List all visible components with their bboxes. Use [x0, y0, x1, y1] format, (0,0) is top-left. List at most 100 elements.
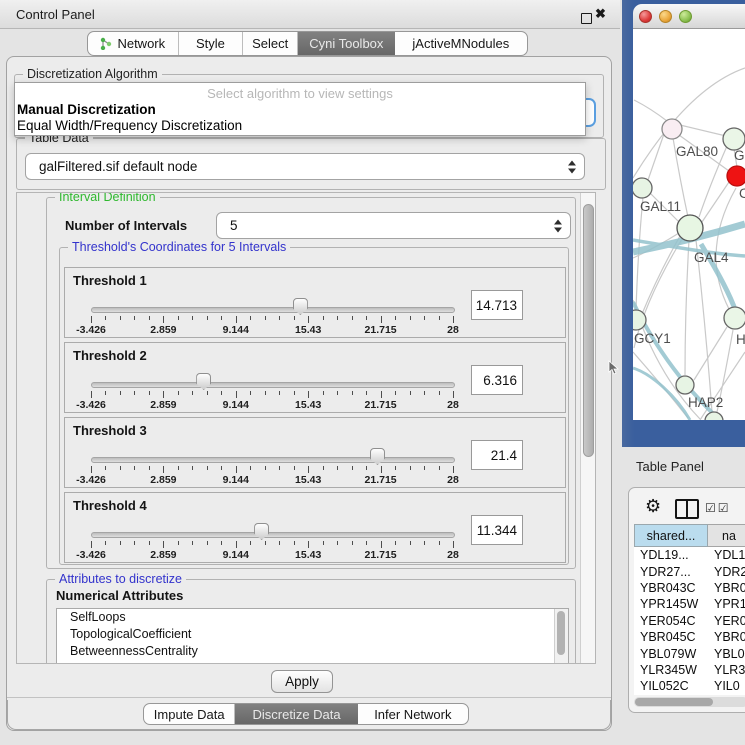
zoom-traffic-light[interactable] — [679, 10, 692, 23]
horizontal-scrollbar[interactable] — [634, 697, 745, 707]
group-title: Interval Definition — [55, 192, 160, 205]
threshold-value-field[interactable] — [471, 365, 523, 395]
table-cell: YLR345W — [634, 663, 708, 677]
tab-infer-network[interactable]: Infer Network — [358, 704, 468, 724]
threshold-value-field[interactable] — [471, 290, 523, 320]
stepper-icon — [568, 160, 577, 173]
tab-select[interactable]: Select — [243, 32, 298, 55]
node-label: GAL4 — [694, 250, 729, 265]
scrollbar-thumb[interactable] — [557, 611, 565, 655]
table-row[interactable]: YDR27...YDR2 — [634, 563, 745, 579]
table-cell: YBL0 — [708, 647, 745, 661]
group-title: Attributes to discretize — [55, 572, 186, 587]
table-row[interactable]: YDL19...YDL1 — [634, 547, 745, 563]
scrollbar-thumb[interactable] — [583, 204, 594, 457]
network-node-selected[interactable] — [727, 166, 745, 186]
table-row[interactable]: YBR043CYBR0 — [634, 580, 745, 596]
table-cell: YBR045C — [634, 630, 708, 644]
network-window-titlebar — [633, 4, 745, 29]
table-data-combobox[interactable]: galFiltered.sif default node — [25, 153, 585, 180]
tab-discretize-data[interactable]: Discretize Data — [235, 704, 357, 724]
option-manual-discretization[interactable]: Manual Discretization — [17, 102, 156, 117]
network-node[interactable] — [724, 307, 745, 329]
threshold-value-field[interactable] — [471, 515, 523, 545]
list-scrollbar[interactable] — [554, 609, 568, 664]
slider-ticks — [91, 466, 453, 473]
numerical-attributes-list: SelfLoopsTopologicalCoefficientBetweenne… — [56, 608, 569, 664]
slider-track[interactable] — [91, 457, 455, 463]
slider-track[interactable] — [91, 532, 455, 538]
float-window-icon[interactable] — [581, 13, 592, 24]
node-label: H — [736, 332, 745, 347]
table-cell: YDR27... — [634, 565, 708, 579]
settings-scrollpane: Interval Definition Number of Intervals … — [16, 192, 596, 664]
column-header-name[interactable]: na — [708, 524, 745, 547]
threshold-label: Threshold 1 — [73, 273, 147, 288]
node-label: GAL11 — [640, 199, 681, 214]
slider-ticks — [91, 391, 453, 398]
table-row[interactable]: YIL052CYIL0 — [634, 678, 745, 694]
tab-network[interactable]: Network — [88, 32, 179, 55]
checkbox-columns-icon[interactable]: ☑☑ — [705, 501, 731, 515]
network-node[interactable] — [676, 376, 694, 394]
group-title: Threshold's Coordinates for 5 Intervals — [68, 240, 290, 255]
table-row[interactable]: YBL079WYBL0 — [634, 645, 745, 661]
column-header-shared-name[interactable]: shared... — [634, 524, 708, 547]
numerical-attributes-label: Numerical Attributes — [56, 588, 183, 603]
slider-ticks — [91, 541, 453, 548]
popup-hint: Select algorithm to view settings — [15, 86, 585, 101]
table-panel-title: Table Panel — [636, 459, 704, 474]
minimize-traffic-light[interactable] — [659, 10, 672, 23]
network-canvas[interactable]: GAL80 G GAL11 GAL4 GCY1 C H HAP2 — [633, 29, 745, 420]
threshold-label: Threshold 4 — [73, 498, 147, 513]
slider-track[interactable] — [91, 307, 455, 313]
tab-cyni-toolbox[interactable]: Cyni Toolbox — [298, 32, 395, 55]
list-item[interactable]: TopologicalCoefficient — [57, 626, 568, 643]
slider-ticks — [91, 316, 453, 323]
node-label: GAL80 — [676, 144, 718, 159]
cyni-mode-tabbar: Impute Data Discretize Data Infer Networ… — [143, 703, 469, 725]
table-cell: YIL052C — [634, 679, 708, 693]
threshold-label: Threshold 3 — [73, 423, 147, 438]
list-item[interactable]: SelfLoops — [57, 609, 568, 626]
network-node[interactable] — [723, 128, 745, 150]
table-cell: YER054C — [634, 614, 708, 628]
vertical-scrollbar[interactable] — [580, 193, 596, 664]
table-row[interactable]: YBR045CYBR0 — [634, 629, 745, 645]
close-icon[interactable]: ✖ — [595, 6, 606, 22]
table-header-row: shared... na — [634, 524, 745, 547]
split-view-icon[interactable] — [675, 499, 699, 519]
gear-icon[interactable]: ⚙ — [645, 496, 661, 516]
slider-tick-labels: -3.4262.8599.14415.4321.71528 — [91, 549, 453, 561]
table-row[interactable]: YPR145WYPR1 — [634, 596, 745, 612]
table-cell: YPR145W — [634, 597, 708, 611]
close-traffic-light[interactable] — [639, 10, 652, 23]
list-item[interactable]: BetweennessCentrality — [57, 643, 568, 660]
table-cell: YBR0 — [708, 581, 745, 595]
slider-track[interactable] — [91, 382, 455, 388]
tab-style[interactable]: Style — [179, 32, 244, 55]
apply-button[interactable]: Apply — [271, 670, 333, 693]
tab-impute-data[interactable]: Impute Data — [144, 704, 235, 724]
table-cell: YDL19... — [634, 548, 708, 562]
group-title: Discretization Algorithm — [23, 67, 162, 82]
table-cell: YER0 — [708, 614, 745, 628]
node-table-body: YDL19...YDL1YDR27...YDR2YBR043CYBR0YPR14… — [634, 547, 745, 695]
thresholds-group: Threshold's Coordinates for 5 Intervals … — [59, 247, 569, 565]
table-cell: YBR043C — [634, 581, 708, 595]
number-of-intervals-combobox[interactable]: 5 — [216, 212, 571, 239]
node-label: G — [734, 148, 745, 163]
threshold-value-field[interactable] — [471, 440, 523, 470]
network-node[interactable] — [677, 215, 703, 241]
network-node[interactable] — [705, 412, 723, 420]
table-cell: YDL1 — [708, 548, 745, 562]
table-row[interactable]: YER054CYER0 — [634, 613, 745, 629]
table-panel-card: ⚙ ☑☑ shared... na YDL19...YDL1YDR27...YD… — [628, 487, 745, 713]
network-node[interactable] — [662, 119, 682, 139]
scrollbar-thumb[interactable] — [635, 698, 713, 706]
table-row[interactable]: YLR345WYLR3 — [634, 662, 745, 678]
table-cell: YPR1 — [708, 597, 745, 611]
network-node[interactable] — [633, 178, 652, 198]
tab-jactivemnodules[interactable]: jActiveMNodules — [395, 32, 527, 55]
option-equal-width-frequency[interactable]: Equal Width/Frequency Discretization — [17, 118, 242, 133]
